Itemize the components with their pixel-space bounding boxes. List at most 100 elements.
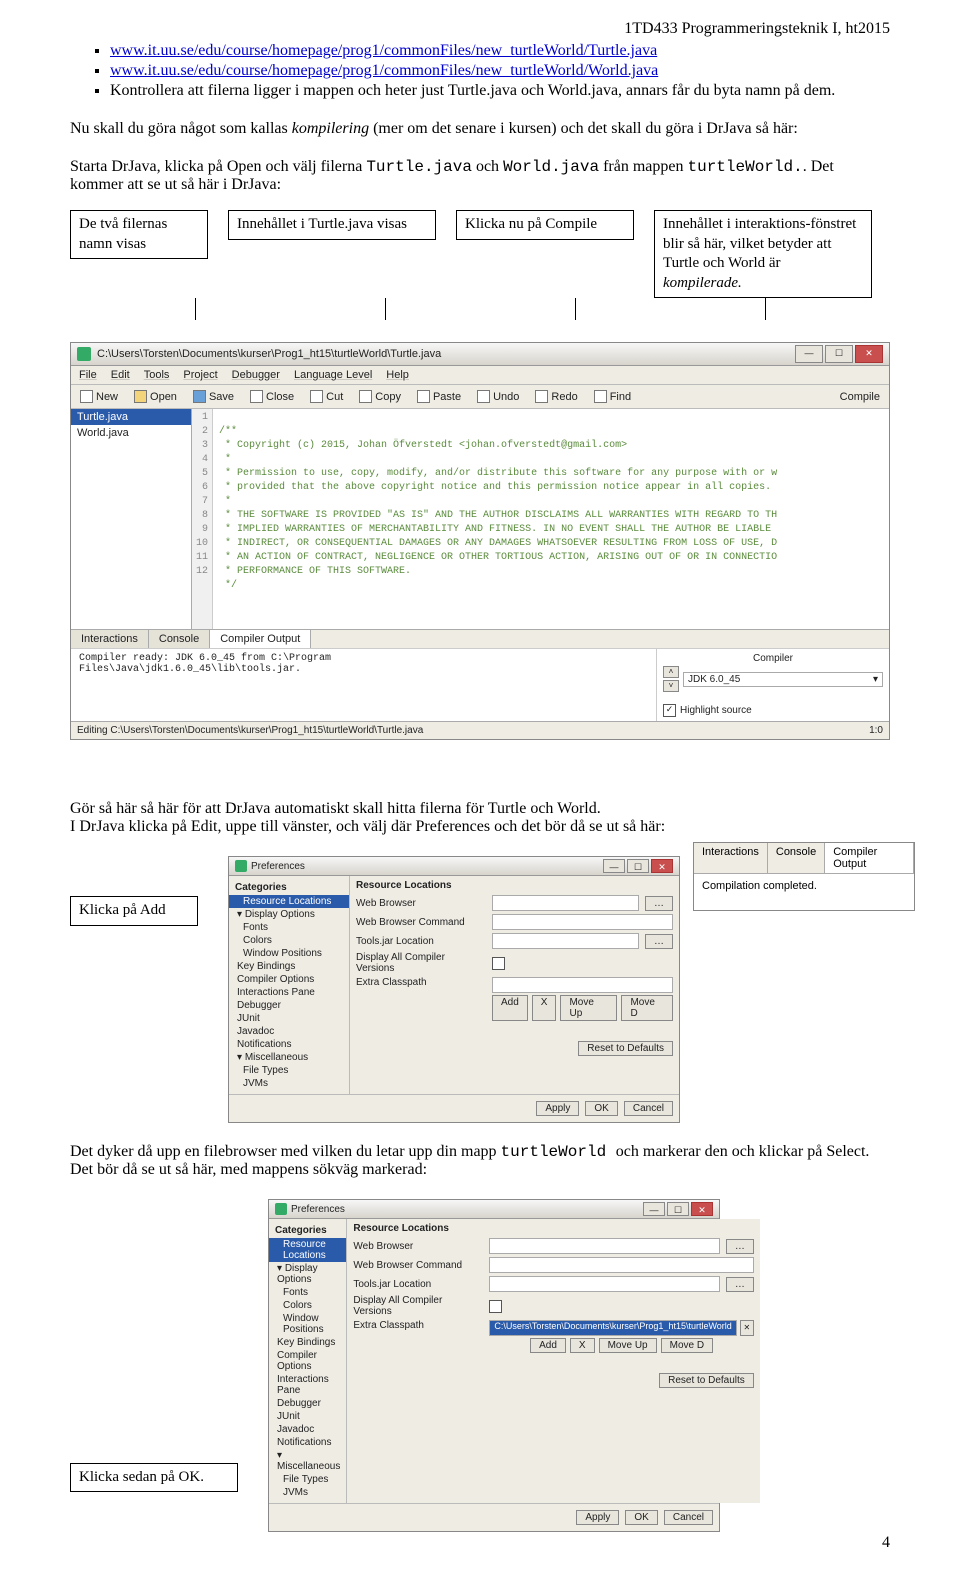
cat-misc[interactable]: ▾ Miscellaneous — [269, 1449, 346, 1473]
input-web-browser-cmd[interactable] — [492, 914, 673, 930]
move-down-button[interactable]: Move D — [621, 995, 673, 1021]
cat-resource-locations[interactable]: Resource Locations — [229, 895, 349, 908]
highlight-checkbox[interactable]: ✓ — [663, 704, 676, 717]
cat-window-positions[interactable]: Window Positions — [229, 947, 349, 960]
cat-file-types[interactable]: File Types — [269, 1473, 346, 1486]
move-down-button[interactable]: Move D — [661, 1338, 713, 1353]
checkbox-display-all[interactable] — [492, 957, 505, 970]
move-up-button[interactable]: Move Up — [599, 1338, 657, 1353]
menu-project[interactable]: Project — [183, 369, 217, 381]
ok-button[interactable]: OK — [585, 1101, 617, 1116]
cat-notifications[interactable]: Notifications — [269, 1436, 346, 1449]
redo-button[interactable]: Redo — [532, 389, 580, 404]
browse-btn[interactable]: … — [726, 1239, 754, 1254]
copy-button[interactable]: Copy — [356, 389, 404, 404]
cat-interactions-pane[interactable]: Interactions Pane — [229, 986, 349, 999]
cat-colors[interactable]: Colors — [229, 934, 349, 947]
down-btn[interactable]: ˅ — [663, 680, 679, 692]
find-button[interactable]: Find — [591, 389, 634, 404]
cat-junit[interactable]: JUnit — [269, 1410, 346, 1423]
checkbox-display-all[interactable] — [489, 1300, 502, 1313]
tab-interactions[interactable]: Interactions — [71, 630, 149, 648]
minimize-button[interactable]: — — [643, 1202, 665, 1216]
input-tools-jar[interactable] — [492, 933, 639, 949]
cat-key-bindings[interactable]: Key Bindings — [229, 960, 349, 973]
link-turtle[interactable]: www.it.uu.se/edu/course/homepage/prog1/c… — [110, 42, 657, 59]
cat-debugger[interactable]: Debugger — [269, 1397, 346, 1410]
minimize-button[interactable]: — — [603, 859, 625, 873]
browse-btn[interactable]: … — [726, 1277, 754, 1292]
add-button[interactable]: Add — [530, 1338, 566, 1353]
maximize-button[interactable]: ☐ — [627, 859, 649, 873]
open-button[interactable]: Open — [131, 389, 180, 404]
cat-compiler-options[interactable]: Compiler Options — [229, 973, 349, 986]
save-button[interactable]: Save — [190, 389, 237, 404]
maximize-button[interactable]: ☐ — [825, 345, 853, 363]
cat-fonts[interactable]: Fonts — [269, 1286, 346, 1299]
input-web-browser[interactable] — [492, 895, 639, 911]
cat-notifications[interactable]: Notifications — [229, 1038, 349, 1051]
menu-debugger[interactable]: Debugger — [232, 369, 280, 381]
cat-misc[interactable]: ▾ Miscellaneous — [229, 1051, 349, 1064]
browse-btn[interactable]: … — [645, 896, 673, 911]
cat-javadoc[interactable]: Javadoc — [269, 1423, 346, 1436]
classpath-selected[interactable]: C:\Users\Torsten\Documents\kurser\Prog1_… — [489, 1320, 736, 1336]
cat-junit[interactable]: JUnit — [229, 1012, 349, 1025]
file-turtle[interactable]: Turtle.java — [71, 409, 191, 425]
cat-display-options[interactable]: ▾ Display Options — [229, 908, 349, 921]
cat-display-options[interactable]: ▾ Display Options — [269, 1262, 346, 1286]
apply-button[interactable]: Apply — [576, 1510, 619, 1525]
remove-x[interactable]: ✕ — [740, 1320, 754, 1336]
link-world[interactable]: www.it.uu.se/edu/course/homepage/prog1/c… — [110, 62, 658, 79]
apply-button[interactable]: Apply — [536, 1101, 579, 1116]
new-button[interactable]: New — [77, 389, 121, 404]
browse-btn[interactable]: … — [645, 934, 673, 949]
close-button[interactable]: ✕ — [651, 859, 673, 873]
file-world[interactable]: World.java — [71, 425, 191, 441]
cut-button[interactable]: Cut — [307, 389, 346, 404]
cat-interactions-pane[interactable]: Interactions Pane — [269, 1373, 346, 1397]
cat-resource-locations[interactable]: Resource Locations — [269, 1238, 346, 1262]
close-button[interactable]: ✕ — [855, 345, 883, 363]
cat-key-bindings[interactable]: Key Bindings — [269, 1336, 346, 1349]
remove-button[interactable]: X — [570, 1338, 595, 1353]
cat-file-types[interactable]: File Types — [229, 1064, 349, 1077]
editor[interactable]: 1 2 3 4 5 6 7 8 9 10 11 12 /** * Copyrig… — [192, 409, 889, 629]
input-web-browser-cmd[interactable] — [489, 1257, 753, 1273]
close-btn[interactable]: Close — [247, 389, 297, 404]
cat-jvms[interactable]: JVMs — [269, 1486, 346, 1499]
minimize-button[interactable]: — — [795, 345, 823, 363]
add-button[interactable]: Add — [492, 995, 528, 1021]
move-up-button[interactable]: Move Up — [560, 995, 617, 1021]
ip-tab-console[interactable]: Console — [768, 843, 825, 873]
ip-tab-interactions[interactable]: Interactions — [694, 843, 768, 873]
reset-button[interactable]: Reset to Defaults — [659, 1373, 754, 1388]
cat-fonts[interactable]: Fonts — [229, 921, 349, 934]
cancel-button[interactable]: Cancel — [624, 1101, 673, 1116]
menu-language-level[interactable]: Language Level — [294, 369, 372, 381]
tab-compiler-output[interactable]: Compiler Output — [210, 630, 311, 648]
remove-button[interactable]: X — [532, 995, 557, 1021]
cat-javadoc[interactable]: Javadoc — [229, 1025, 349, 1038]
cancel-button[interactable]: Cancel — [664, 1510, 713, 1525]
cat-jvms[interactable]: JVMs — [229, 1077, 349, 1090]
input-tools-jar[interactable] — [489, 1276, 719, 1292]
compiler-select[interactable]: JDK 6.0_45▾ — [683, 672, 883, 687]
paste-button[interactable]: Paste — [414, 389, 464, 404]
input-web-browser[interactable] — [489, 1238, 719, 1254]
cat-compiler-options[interactable]: Compiler Options — [269, 1349, 346, 1373]
ok-button[interactable]: OK — [625, 1510, 657, 1525]
cat-window-positions[interactable]: Window Positions — [269, 1312, 346, 1336]
ip-tab-compiler[interactable]: Compiler Output — [825, 843, 914, 873]
menu-edit[interactable]: Edit — [111, 369, 130, 381]
undo-button[interactable]: Undo — [474, 389, 522, 404]
close-button[interactable]: ✕ — [691, 1202, 713, 1216]
compile-button[interactable]: Compile — [837, 390, 883, 404]
reset-button[interactable]: Reset to Defaults — [578, 1041, 673, 1056]
cat-debugger[interactable]: Debugger — [229, 999, 349, 1012]
menu-tools[interactable]: Tools — [144, 369, 170, 381]
menu-help[interactable]: Help — [386, 369, 409, 381]
menu-file[interactable]: File — [79, 369, 97, 381]
code-area[interactable]: /** * Copyright (c) 2015, Johan Öfverste… — [213, 409, 783, 629]
tab-console[interactable]: Console — [149, 630, 210, 648]
